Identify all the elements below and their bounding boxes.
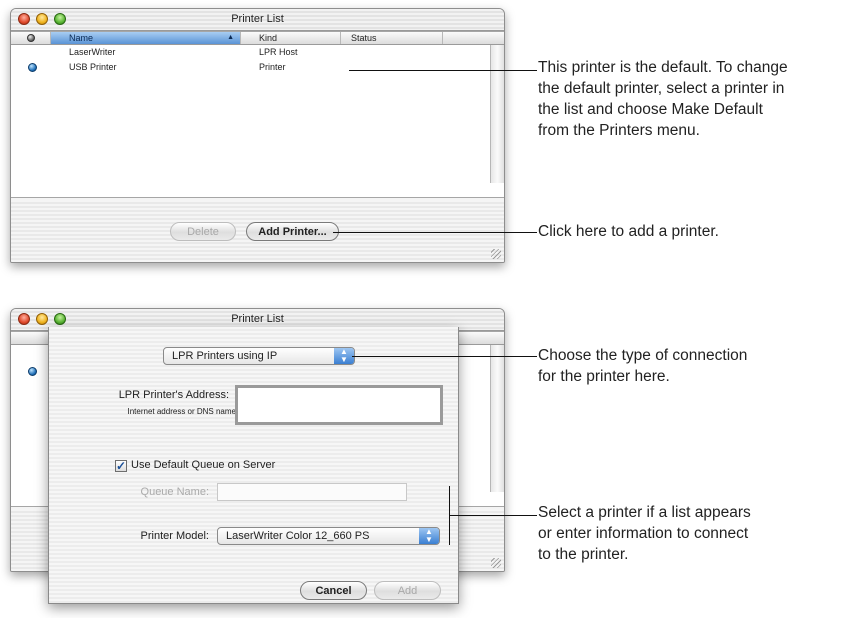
callout-select-line-1: Select a printer if a list appears: [538, 504, 751, 521]
printer-kind: Printer: [259, 62, 286, 72]
callout-line-select: [449, 515, 537, 516]
callout-connection-line-2: for the printer here.: [538, 368, 670, 385]
column-header-status[interactable]: Status: [341, 32, 443, 44]
resize-grip[interactable]: [491, 558, 501, 568]
add-printer-sheet: LPR Printers using IP ▲ ▼ LPR Printer's A…: [48, 327, 459, 604]
window-title: Printer List: [231, 313, 284, 325]
default-printer-icon: [27, 34, 35, 42]
callout-default-line-1: This printer is the default. To change: [538, 59, 788, 76]
vertical-scrollbar[interactable]: [490, 345, 504, 492]
popup-arrows-icon: ▲ ▼: [419, 528, 439, 544]
printer-model-popup[interactable]: LaserWriter Color 12_660 PS ▲ ▼: [217, 527, 440, 545]
table-header: Name ▲ Kind Status: [11, 32, 504, 45]
title-bar[interactable]: Printer List: [11, 9, 504, 31]
popup-arrows-icon: ▲ ▼: [334, 348, 354, 364]
callout-line-connection: [352, 356, 537, 357]
callout-default-line-4: from the Printers menu.: [538, 122, 700, 139]
printer-list-table: Name ▲ Kind Status LaserWriter LPR Host …: [11, 31, 504, 198]
callout-line-default: [349, 70, 537, 71]
printer-kind: LPR Host: [259, 47, 298, 57]
printer-name: USB Printer: [69, 62, 117, 72]
window-title: Printer List: [231, 13, 284, 25]
table-row[interactable]: USB Printer Printer: [11, 61, 490, 74]
printer-address-field[interactable]: [235, 385, 443, 425]
column-header-kind[interactable]: Kind: [241, 32, 341, 44]
callout-default-line-2: the default printer, select a printer in: [538, 80, 785, 97]
use-default-queue-checkbox[interactable]: ✓: [115, 460, 127, 472]
use-default-queue-label: Use Default Queue on Server: [131, 459, 276, 471]
callout-add-printer: Click here to add a printer.: [538, 223, 719, 240]
cancel-button[interactable]: Cancel: [300, 581, 367, 600]
window-footer: Delete Add Printer...: [11, 200, 504, 262]
column-header-name-label: Name: [69, 33, 94, 43]
add-printer-button[interactable]: Add Printer...: [246, 222, 339, 241]
address-hint: Internet address or DNS name: [127, 407, 237, 416]
printer-name: LaserWriter: [69, 47, 116, 57]
table-row[interactable]: LaserWriter LPR Host: [11, 46, 490, 59]
connection-type-value: LPR Printers using IP: [172, 350, 278, 362]
callout-select-line-3: to the printer.: [538, 546, 629, 563]
connection-type-popup[interactable]: LPR Printers using IP ▲ ▼: [163, 347, 355, 365]
callout-select-line-2: or enter information to connect: [538, 525, 749, 542]
printer-list-window: Printer List Name ▲ Kind Status LaserWri…: [10, 8, 505, 263]
column-header-default[interactable]: [11, 32, 51, 44]
queue-name-field[interactable]: [217, 483, 407, 501]
callout-connection-line-1: Choose the type of connection: [538, 347, 748, 364]
delete-button[interactable]: Delete: [170, 222, 236, 241]
sort-ascending-icon: ▲: [227, 34, 234, 41]
add-button[interactable]: Add: [374, 581, 441, 600]
printer-model-label: Printer Model:: [140, 530, 209, 542]
address-label: LPR Printer's Address:: [118, 389, 229, 401]
column-header-name[interactable]: Name ▲: [51, 32, 241, 44]
callout-select-printer: Select a printer if a list appears or en…: [538, 502, 751, 565]
column-header-status-label: Status: [351, 33, 377, 43]
callout-default-printer: This printer is the default. To change t…: [538, 57, 788, 141]
callout-connection-type: Choose the type of connection for the pr…: [538, 345, 747, 387]
callout-line-add: [333, 232, 537, 233]
default-printer-icon: [28, 367, 37, 376]
queue-name-label: Queue Name:: [140, 486, 209, 498]
column-header-kind-label: Kind: [259, 33, 278, 43]
default-printer-icon: [28, 63, 37, 72]
printer-model-value: LaserWriter Color 12_660 PS: [226, 530, 370, 542]
resize-grip[interactable]: [491, 249, 501, 259]
vertical-scrollbar[interactable]: [490, 45, 504, 183]
callout-default-line-3: the list and choose Make Default: [538, 101, 763, 118]
